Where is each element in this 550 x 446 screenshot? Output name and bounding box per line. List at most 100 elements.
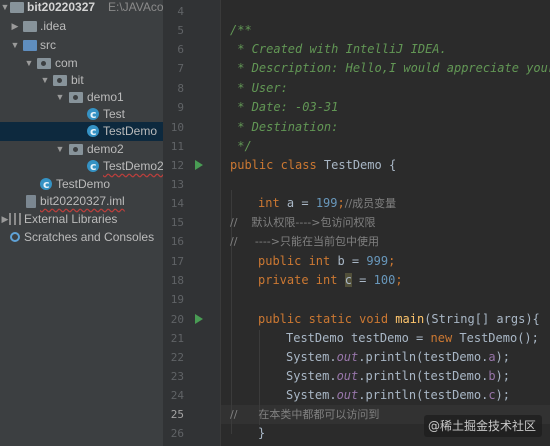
line-number: 23	[170, 370, 184, 383]
keyword: public class	[230, 158, 324, 172]
line-number: 18	[170, 274, 184, 287]
line-number: 5	[177, 24, 184, 37]
line-comment: //成员变量	[344, 197, 397, 210]
tree-item-external-libraries[interactable]: ▶ External Libraries	[0, 210, 163, 229]
line-number: 20	[170, 313, 184, 326]
tree-item-idea[interactable]: ▶ .idea	[0, 17, 163, 36]
identifier: b =	[337, 254, 367, 268]
run-main-icon[interactable]	[195, 314, 203, 324]
editor-gutter[interactable]: 4 5 6 7 8 9 10 11 12 13 14 15 16 17 18 1…	[163, 0, 221, 446]
line-number: 19	[170, 293, 184, 306]
package-icon	[69, 92, 83, 103]
code-line-statement: System.out.println(testDemo.a);	[286, 348, 510, 367]
line-number: 9	[177, 101, 184, 114]
line-number: 16	[170, 235, 184, 248]
field-ref: c	[488, 388, 496, 402]
tree-item-scratches[interactable]: Scratches and Consoles	[0, 228, 163, 247]
code-line-comment: // 默认权限---->包访问权限	[230, 213, 376, 232]
package-icon	[69, 144, 83, 155]
code-line: * Date: -03-31	[230, 100, 339, 114]
code-text: .println(testDemo.	[358, 388, 489, 402]
chevron-right-icon[interactable]: ▶	[10, 17, 20, 36]
tree-item-iml[interactable]: bit20220327.iml	[0, 192, 163, 211]
line-number: 17	[170, 255, 184, 268]
code-line-statement: System.out.println(testDemo.c);	[286, 386, 510, 405]
line-number: 22	[170, 351, 184, 364]
identifier: a =	[286, 196, 316, 210]
line-number: 6	[177, 43, 184, 56]
folder-icon	[10, 2, 24, 13]
code-line-statement: System.out.println(testDemo.b);	[286, 367, 510, 386]
class-name: TestDemo {	[323, 158, 397, 172]
method-name: main	[395, 312, 425, 326]
code-line-main-decl: public static void main(String[] args){	[258, 310, 540, 329]
line-comment: // 在本类中都都可以访问到	[230, 408, 380, 421]
java-class-icon	[87, 122, 99, 141]
line-number-current: 25	[170, 408, 184, 421]
source-folder-icon	[23, 40, 37, 51]
tree-item-project-root[interactable]: ▼ bit20220327 E:\JAVAcode\	[0, 0, 163, 17]
field-ref: b	[488, 369, 496, 383]
semicolon: ;	[388, 254, 396, 268]
line-number: 24	[170, 389, 184, 402]
code-line-field-a: int a = 199;//成员变量	[258, 194, 396, 213]
line-number: 8	[177, 82, 184, 95]
code-line-comment: // ---->只能在当前包中使用	[230, 232, 379, 251]
code-text: .println(testDemo.	[358, 369, 489, 383]
line-number: 14	[170, 197, 184, 210]
line-number: 12	[170, 159, 184, 172]
keyword: int	[258, 196, 287, 210]
code-line-closing-brace: }	[258, 426, 266, 440]
parameters: (String[] args){	[424, 312, 540, 326]
line-number: 15	[170, 216, 184, 229]
line-number: 26	[170, 427, 184, 440]
tree-item-testdemo-selected[interactable]: TestDemo	[0, 122, 163, 141]
chevron-down-icon[interactable]: ▼	[0, 0, 10, 17]
tree-item-label: src	[40, 38, 56, 52]
code-text: TestDemo testDemo =	[286, 331, 431, 345]
keyword: private int	[258, 273, 345, 287]
code-text: );	[495, 369, 510, 383]
tree-item-label: TestDemo	[103, 124, 158, 138]
iml-file-icon	[26, 195, 36, 208]
static-field: out	[336, 388, 359, 402]
line-number: 7	[177, 62, 184, 75]
code-text: TestDemo();	[459, 331, 539, 345]
java-class-icon	[40, 175, 52, 194]
code-text: System.	[286, 350, 337, 364]
code-line: /**	[230, 23, 252, 37]
code-text: );	[495, 350, 510, 364]
tree-item-testdemo2[interactable]: TestDemo2	[0, 157, 163, 176]
static-field: out	[336, 369, 359, 383]
tree-item-src[interactable]: ▼ src	[0, 36, 163, 55]
code-text: );	[495, 388, 510, 402]
field-ref: a	[488, 350, 496, 364]
code-text: System.	[286, 388, 337, 402]
code-text: .println(testDemo.	[358, 350, 489, 364]
library-icon	[9, 213, 21, 225]
run-class-icon[interactable]	[195, 160, 203, 170]
number-literal: 199	[315, 196, 338, 210]
line-number: 13	[170, 178, 184, 191]
project-tree-panel: ▼ bit20220327 E:\JAVAcode\ ▶ .idea ▼ src…	[0, 0, 163, 446]
code-line: * Destination:	[230, 120, 339, 134]
code-line: * User:	[230, 81, 288, 95]
number-literal: 999	[366, 254, 389, 268]
tree-item-label: External Libraries	[24, 212, 118, 226]
java-class-icon	[87, 157, 99, 176]
chevron-down-icon[interactable]: ▼	[10, 36, 20, 55]
scratches-icon	[9, 231, 22, 244]
line-number: 4	[177, 5, 184, 18]
keyword: public static void	[258, 312, 396, 326]
code-editor[interactable]: /** * Created with IntelliJ IDEA. * Desc…	[221, 0, 550, 446]
tree-item-label: bit20220327	[27, 0, 96, 14]
line-comment: // 默认权限---->包访问权限	[230, 216, 376, 229]
line-number: 21	[170, 332, 184, 345]
semicolon: ;	[337, 196, 345, 210]
tree-item-label: .idea	[40, 19, 67, 33]
code-line-statement: TestDemo testDemo = new TestDemo();	[286, 329, 539, 348]
package-icon	[53, 75, 67, 86]
semicolon: ;	[395, 273, 403, 287]
code-line: */	[230, 139, 252, 153]
static-field: out	[336, 350, 359, 364]
